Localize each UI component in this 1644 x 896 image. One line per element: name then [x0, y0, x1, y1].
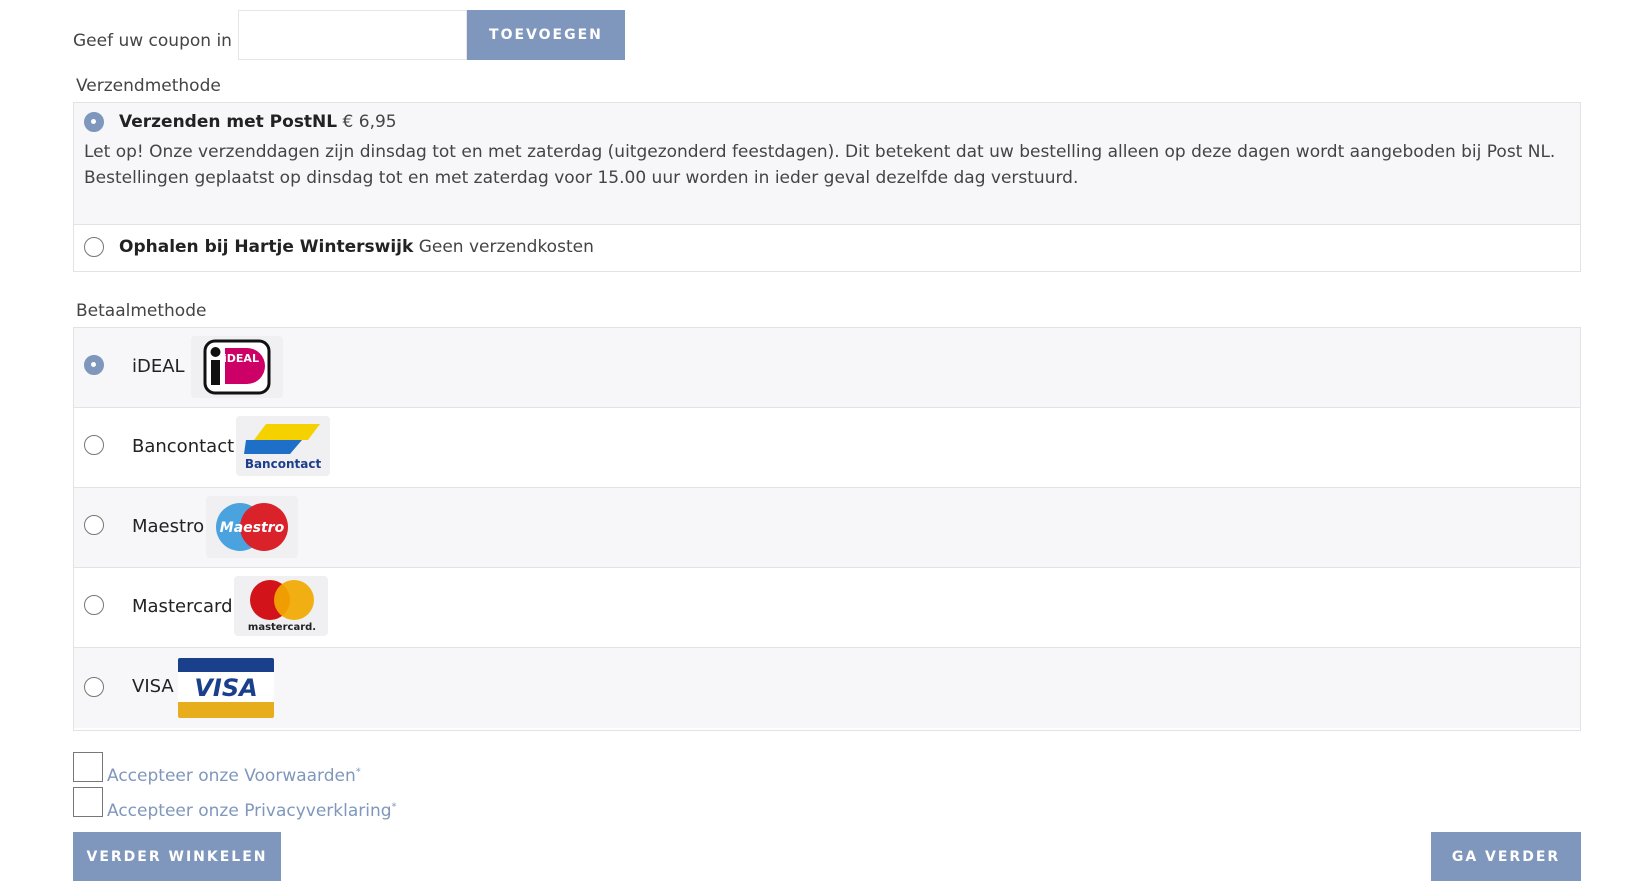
payment-option-label: Maestro — [132, 516, 205, 537]
terms-agreement: Accepteer onze Voorwaarden* — [73, 752, 361, 786]
shipping-option-name: Verzenden met PostNL — [119, 112, 338, 132]
shipping-option-pickup[interactable]: Ophalen bij Hartje Winterswijk Geen verz… — [74, 225, 1580, 271]
terms-label-text[interactable]: Accepteer onze Voorwaarden — [107, 766, 356, 786]
shipping-option-price: Geen verzendkosten — [418, 237, 594, 257]
maestro-logo-icon: Maestro — [206, 496, 298, 558]
privacy-agreement: Accepteer onze Privacyverklaring* — [73, 787, 397, 821]
payment-option-visa[interactable]: VISA VISA — [74, 648, 1580, 728]
payment-radio-maestro[interactable] — [84, 515, 104, 535]
shipping-option-price: € 6,95 — [342, 112, 397, 132]
bancontact-logo-icon: Bancontact — [236, 416, 330, 476]
payment-options: iDEAL iDEAL Bancontact Bancontact Maestr… — [73, 327, 1581, 731]
shipping-option-name: Ophalen bij Hartje Winterswijk — [119, 237, 414, 257]
visa-logo-text: VISA — [194, 674, 257, 702]
shipping-option-line: Ophalen bij Hartje Winterswijk Geen verz… — [119, 237, 594, 257]
maestro-logo-text: Maestro — [220, 520, 285, 536]
terms-checkbox[interactable] — [73, 752, 103, 782]
payment-option-label: Bancontact — [132, 436, 235, 457]
ideal-logo-icon: iDEAL — [191, 336, 283, 398]
payment-radio-bancontact[interactable] — [84, 435, 104, 455]
privacy-checkbox[interactable] — [73, 787, 103, 817]
required-mark: * — [391, 801, 397, 813]
shipping-options: Verzenden met PostNL € 6,95 Let op! Onze… — [73, 102, 1581, 272]
coupon-input[interactable] — [237, 10, 467, 60]
shipping-option-line: Verzenden met PostNL € 6,95 — [119, 112, 397, 132]
visa-logo-icon: VISA — [178, 658, 274, 718]
coupon-row: Geef uw coupon in TOEVOEGEN — [73, 10, 625, 60]
add-coupon-button[interactable]: TOEVOEGEN — [466, 10, 625, 60]
privacy-label-text[interactable]: Accepteer onze Privacyverklaring — [107, 801, 392, 821]
payment-option-mastercard[interactable]: Mastercard mastercard. — [74, 568, 1580, 648]
mastercard-logo-text: mastercard. — [248, 622, 316, 633]
payment-option-label: VISA — [132, 676, 174, 697]
shipping-note: Let op! Onze verzenddagen zijn dinsdag t… — [84, 142, 1556, 188]
shipping-option-postnl[interactable]: Verzenden met PostNL € 6,95 Let op! Onze… — [74, 103, 1580, 225]
required-mark: * — [355, 766, 361, 778]
payment-option-maestro[interactable]: Maestro Maestro — [74, 488, 1580, 568]
ideal-logo-text: iDEAL — [223, 352, 259, 365]
payment-radio-visa[interactable] — [84, 677, 104, 697]
payment-section-title: Betaalmethode — [76, 301, 207, 321]
payment-radio-mastercard[interactable] — [84, 595, 104, 615]
terms-label[interactable]: Accepteer onze Voorwaarden* — [107, 766, 361, 786]
bancontact-logo-text: Bancontact — [245, 457, 322, 471]
proceed-button[interactable]: GA VERDER — [1431, 832, 1581, 881]
shipping-section-title: Verzendmethode — [76, 76, 221, 96]
payment-radio-ideal[interactable] — [84, 355, 104, 375]
coupon-label: Geef uw coupon in — [73, 31, 232, 51]
mastercard-logo-icon: mastercard. — [234, 576, 328, 636]
payment-option-bancontact[interactable]: Bancontact Bancontact — [74, 408, 1580, 488]
payment-option-label: iDEAL — [132, 356, 185, 377]
payment-option-ideal[interactable]: iDEAL iDEAL — [74, 328, 1580, 408]
shipping-radio-pickup[interactable] — [84, 237, 104, 257]
shipping-radio-postnl[interactable] — [84, 112, 104, 132]
privacy-label[interactable]: Accepteer onze Privacyverklaring* — [107, 801, 397, 821]
payment-option-label: Mastercard — [132, 596, 233, 617]
continue-shopping-button[interactable]: VERDER WINKELEN — [73, 832, 281, 881]
